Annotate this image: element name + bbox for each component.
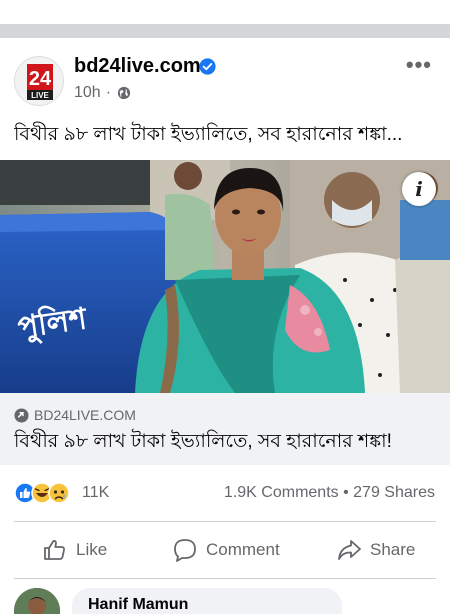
commenter-avatar[interactable] [14, 588, 60, 614]
page-avatar[interactable]: 24 LIVE [14, 56, 64, 106]
post-meta: 10h · [74, 84, 131, 102]
share-label: Share [370, 540, 416, 559]
feed-separator [0, 24, 450, 38]
link-title: বিথীর ৯৮ লাখ টাকা ইভ্যালিতে, সব হারানোর … [14, 431, 392, 452]
link-domain-row: BD24LIVE.COM [14, 407, 136, 423]
share-arrow-icon [338, 540, 361, 560]
link-domain: BD24LIVE.COM [34, 407, 136, 423]
meta-separator: · [105, 84, 112, 101]
reaction-icons[interactable] [14, 482, 76, 504]
comments-count[interactable]: 1.9K Comments [224, 484, 339, 501]
more-options-icon[interactable]: ••• [406, 52, 432, 78]
verified-badge-icon [199, 58, 216, 75]
top-strip [0, 0, 450, 24]
like-button[interactable]: Like [42, 525, 107, 575]
reaction-count[interactable]: 11K [82, 484, 109, 502]
shares-count[interactable]: 279 Shares [353, 484, 435, 501]
like-label: Like [76, 540, 108, 559]
comment-label: Comment [206, 540, 280, 559]
globe-icon [117, 86, 131, 100]
page-name[interactable]: bd24live.com [74, 55, 201, 78]
speech-bubble-icon [174, 539, 196, 562]
post-text: বিথীর ৯৮ লাখ টাকা ইভ্যালিতে, সব হারানোর … [14, 124, 403, 145]
engagement-summary: 1.9K Comments • 279 Shares [224, 484, 435, 502]
divider [14, 578, 436, 579]
divider [14, 521, 436, 522]
post-photo[interactable]: পুলিশ i [0, 160, 450, 393]
info-icon[interactable]: i [402, 172, 436, 206]
link-preview[interactable]: BD24LIVE.COM বিথীর ৯৮ লাখ টাকা ইভ্যালিতে… [0, 393, 450, 465]
post-header: 24 LIVE bd24live.com 10h · ••• [0, 38, 450, 118]
reactions-row: 11K 1.9K Comments • 279 Shares [0, 476, 450, 510]
logo-word: LIVE [31, 91, 49, 100]
logo-number: 24 [29, 68, 52, 90]
commenter-avatar-image [14, 588, 60, 614]
post-time[interactable]: 10h [74, 84, 101, 102]
comment-preview: Hanif Mamun [0, 582, 450, 614]
engagement-separator: • [343, 484, 349, 501]
sad-reaction-icon [48, 482, 70, 504]
news-photo-image: পুলিশ [0, 160, 450, 393]
share-button[interactable]: Share [336, 525, 415, 575]
page-logo-icon: 24 LIVE [15, 57, 63, 105]
thumbs-up-icon [44, 540, 65, 560]
commenter-name[interactable]: Hanif Mamun [88, 596, 188, 614]
comment-button[interactable]: Comment [172, 525, 280, 575]
link-icon [14, 407, 29, 423]
post-actions: Like Comment Share [0, 525, 450, 575]
